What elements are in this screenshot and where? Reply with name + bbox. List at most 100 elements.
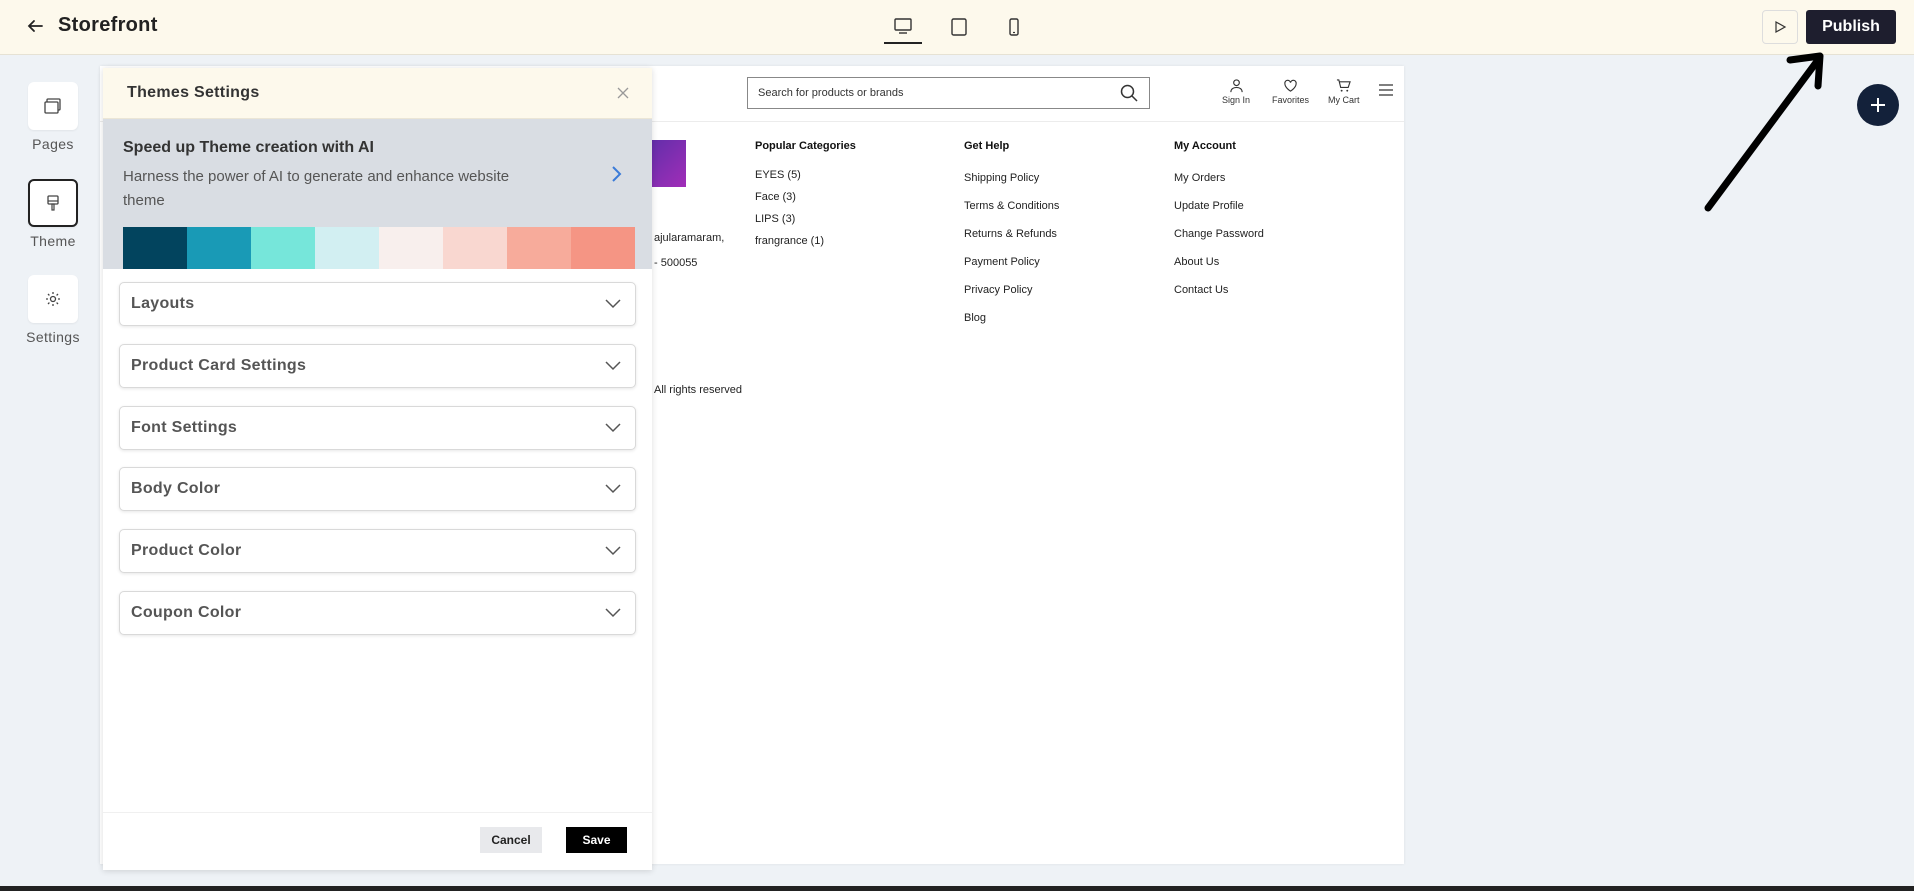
panel-header: Themes Settings xyxy=(103,68,652,119)
palette-swatch xyxy=(571,227,635,269)
rail-button-theme[interactable] xyxy=(28,179,78,227)
footer-col-title: My Account xyxy=(1174,140,1236,152)
footer-col-account: My Account My Orders Update Profile Chan… xyxy=(1174,140,1264,304)
rail-item-settings[interactable]: Settings xyxy=(0,275,106,345)
chevron-right-icon[interactable] xyxy=(611,165,623,183)
footer-link[interactable]: Returns & Refunds xyxy=(964,220,1059,248)
accordion-label: Layouts xyxy=(131,295,195,312)
save-button[interactable]: Save xyxy=(566,827,627,853)
sign-in-link[interactable]: Sign In xyxy=(1222,78,1250,105)
footer-link[interactable]: About Us xyxy=(1174,248,1264,276)
plus-icon xyxy=(1871,98,1885,112)
sign-in-label: Sign In xyxy=(1222,95,1251,105)
footer-link[interactable]: Shipping Policy xyxy=(964,164,1059,192)
palette-swatch xyxy=(507,227,571,269)
cart-icon xyxy=(1337,79,1352,92)
add-section-button[interactable] xyxy=(1857,84,1899,126)
rail-label-theme: Theme xyxy=(30,233,76,249)
favorites-label: Favorites xyxy=(1272,95,1310,105)
footer-link[interactable]: Payment Policy xyxy=(964,248,1059,276)
ai-banner-description: Harness the power of AI to generate and … xyxy=(123,168,510,209)
footer-link[interactable]: Face (3) xyxy=(755,186,856,208)
heart-icon xyxy=(1284,79,1297,92)
accordion-label: Product Color xyxy=(131,542,242,559)
rail-label-settings: Settings xyxy=(26,329,80,345)
footer-address-line2: - 500055 xyxy=(654,257,698,269)
publish-button[interactable]: Publish xyxy=(1806,10,1896,44)
palette-swatch xyxy=(315,227,379,269)
cart-label: My Cart xyxy=(1328,95,1360,105)
favorites-link[interactable]: Favorites xyxy=(1272,78,1309,105)
desktop-icon xyxy=(894,18,912,34)
accordion-body-color[interactable]: Body Color xyxy=(119,467,636,511)
footer-col-help: Get Help Shipping Policy Terms & Conditi… xyxy=(964,140,1059,332)
theme-palette xyxy=(123,227,635,269)
footer-link[interactable]: Terms & Conditions xyxy=(964,192,1059,220)
tablet-icon xyxy=(951,18,967,36)
footer-col-categories: Popular Categories EYES (5) Face (3) LIP… xyxy=(755,140,856,252)
accordion-coupon-color[interactable]: Coupon Color xyxy=(119,591,636,635)
accordion-label: Body Color xyxy=(131,480,221,497)
back-button[interactable]: Storefront xyxy=(26,14,158,37)
chevron-down-icon xyxy=(605,484,621,494)
footer-rights: All rights reserved xyxy=(654,384,743,396)
chevron-down-icon xyxy=(605,299,621,309)
rail-item-theme[interactable]: Theme xyxy=(0,179,106,249)
chevron-down-icon xyxy=(605,361,621,371)
footer-link[interactable]: Blog xyxy=(964,304,1059,332)
device-mobile-button[interactable] xyxy=(995,10,1033,44)
pages-icon xyxy=(44,98,61,114)
site-search-input[interactable] xyxy=(758,87,1119,99)
footer-link[interactable]: Privacy Policy xyxy=(964,276,1059,304)
site-search[interactable] xyxy=(747,77,1150,109)
annotation-arrow-icon xyxy=(1704,52,1824,212)
rail-button-pages[interactable] xyxy=(28,82,78,130)
accordion-layouts[interactable]: Layouts xyxy=(119,282,636,326)
footer-link[interactable]: Update Profile xyxy=(1174,192,1264,220)
preview-button[interactable] xyxy=(1762,10,1798,44)
arrow-left-icon xyxy=(27,19,43,32)
user-icon xyxy=(1229,79,1243,93)
gear-icon xyxy=(46,292,60,306)
device-tablet-button[interactable] xyxy=(940,10,978,44)
brush-icon xyxy=(47,195,59,211)
play-icon xyxy=(1775,20,1787,34)
accordion-label: Coupon Color xyxy=(131,604,242,621)
mobile-icon xyxy=(1009,18,1019,36)
accordion-label: Font Settings xyxy=(131,419,238,436)
chevron-down-icon xyxy=(605,608,621,618)
device-desktop-button[interactable] xyxy=(884,10,922,44)
palette-swatch xyxy=(123,227,187,269)
footer-col-title: Get Help xyxy=(964,140,1010,152)
palette-swatch xyxy=(251,227,315,269)
footer-address-line1: ajularamaram, xyxy=(654,232,725,244)
panel-title: Themes Settings xyxy=(127,84,260,101)
bottom-strip xyxy=(0,886,1914,891)
accordion-font-settings[interactable]: Font Settings xyxy=(119,406,636,450)
accordion-product-color[interactable]: Product Color xyxy=(119,529,636,573)
footer-link[interactable]: frangrance (1) xyxy=(755,230,856,252)
hamburger-menu-icon[interactable] xyxy=(1379,84,1393,96)
accordion-product-card-settings[interactable]: Product Card Settings xyxy=(119,344,636,388)
footer-link[interactable]: My Orders xyxy=(1174,164,1264,192)
palette-swatch xyxy=(187,227,251,269)
themes-settings-panel: Themes Settings Speed up Theme creation … xyxy=(103,68,652,870)
ai-theme-banner[interactable]: Speed up Theme creation with AI Harness … xyxy=(103,119,652,269)
rail-item-pages[interactable]: Pages xyxy=(0,82,106,152)
cancel-button[interactable]: Cancel xyxy=(480,827,542,853)
cart-link[interactable]: My Cart xyxy=(1328,78,1360,105)
top-bar: Storefront Publish xyxy=(0,0,1914,55)
footer-link[interactable]: EYES (5) xyxy=(755,164,856,186)
search-icon[interactable] xyxy=(1119,83,1139,103)
close-icon[interactable] xyxy=(616,86,630,100)
chevron-down-icon xyxy=(605,546,621,556)
footer-link[interactable]: Change Password xyxy=(1174,220,1264,248)
rail-button-settings[interactable] xyxy=(28,275,78,323)
panel-footer: Cancel Save xyxy=(103,812,652,870)
footer-link[interactable]: LIPS (3) xyxy=(755,208,856,230)
palette-swatch xyxy=(443,227,507,269)
chevron-down-icon xyxy=(605,423,621,433)
footer-col-title: Popular Categories xyxy=(755,140,856,152)
palette-swatch xyxy=(379,227,443,269)
footer-link[interactable]: Contact Us xyxy=(1174,276,1264,304)
